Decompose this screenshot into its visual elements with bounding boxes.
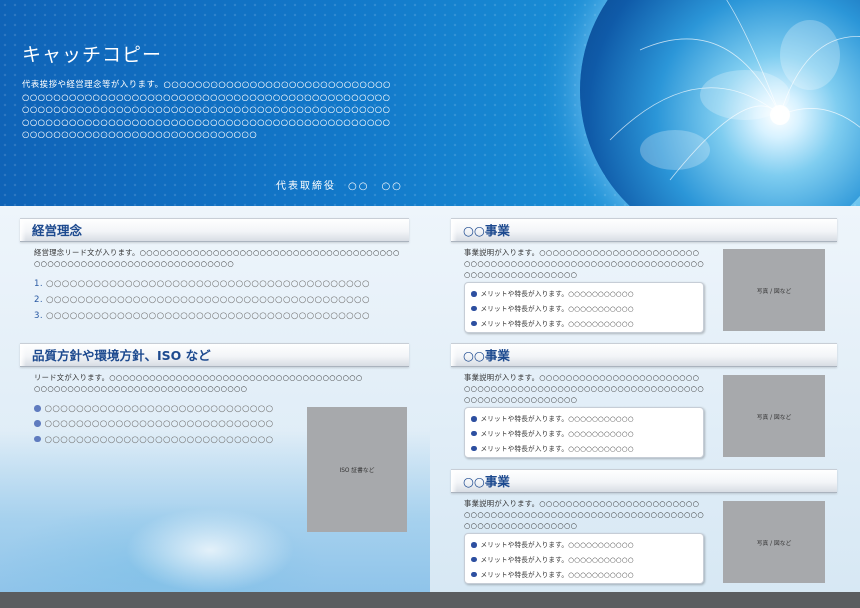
photo-placeholder: 写真 / 図など [723, 249, 825, 331]
list-item: ○○○○○○○○○○○○○○○○○○○○○○○○○○○○○ [34, 402, 274, 417]
merit-item: メリットや特長が入ります。○○○○○○○○○○○ [471, 442, 703, 457]
philosophy-heading: 経営理念 [20, 218, 409, 242]
merit-box: メリットや特長が入ります。○○○○○○○○○○○ メリットや特長が入ります。○○… [464, 407, 704, 458]
policy-list: ○○○○○○○○○○○○○○○○○○○○○○○○○○○○○ ○○○○○○○○○○… [34, 402, 274, 448]
bullet-icon [471, 445, 477, 452]
header-banner: キャッチコピー 代表挨拶や経営理念等が入ります。○○○○○○○○○○○○○○○○… [0, 0, 860, 206]
merit-box: メリットや特長が入ります。○○○○○○○○○○○ メリットや特長が入ります。○○… [464, 282, 704, 333]
footer-bar [0, 592, 860, 608]
bullet-icon [471, 320, 477, 327]
business-lead: 事業説明が入ります。○○○○○○○○○○○○○○○○○○○○○○○○○○○○○○… [464, 248, 705, 279]
ceo-signature: 代表取締役 ○○ ○○ [276, 181, 403, 192]
photo-placeholder: 写真 / 図など [723, 375, 825, 457]
list-item: 3. ○○○○○○○○○○○○○○○○○○○○○○○○○○○○○○○○○○○○○○… [34, 311, 370, 322]
list-item: 1. ○○○○○○○○○○○○○○○○○○○○○○○○○○○○○○○○○○○○○○… [34, 279, 370, 289]
business-heading: ○○事業 [451, 343, 837, 367]
bullet-icon [471, 571, 477, 578]
merit-box: メリットや特長が入ります。○○○○○○○○○○○ メリットや特長が入ります。○○… [464, 533, 704, 584]
business-heading: ○○事業 [451, 469, 837, 493]
list-item: ○○○○○○○○○○○○○○○○○○○○○○○○○○○○○ [34, 433, 274, 448]
merit-item: メリットや特長が入ります。○○○○○○○○○○○ [471, 427, 703, 442]
list-item: ○○○○○○○○○○○○○○○○○○○○○○○○○○○○○ [34, 417, 274, 432]
merit-item: メリットや特長が入ります。○○○○○○○○○○○ [471, 302, 703, 317]
merit-item: メリットや特長が入ります。○○○○○○○○○○○ [471, 538, 703, 553]
merit-item: メリットや特長が入ります。○○○○○○○○○○○ [471, 568, 703, 583]
merit-item: メリットや特長が入ります。○○○○○○○○○○○ [471, 287, 703, 302]
placeholder-label: 写真 / 図など [756, 288, 792, 295]
photo-placeholder: 写真 / 図など [723, 501, 825, 583]
merit-item: メリットや特長が入ります。○○○○○○○○○○○ [471, 317, 703, 332]
iso-certificate-placeholder: ISO 証書など [307, 407, 407, 532]
placeholder-label: 写真 / 図など [756, 414, 792, 421]
placeholder-label: 写真 / 図など [756, 540, 792, 547]
philosophy-list: 1. ○○○○○○○○○○○○○○○○○○○○○○○○○○○○○○○○○○○○○○… [34, 276, 370, 325]
bullet-icon [471, 291, 477, 297]
bullet-icon [34, 405, 41, 412]
list-item: 2. ○○○○○○○○○○○○○○○○○○○○○○○○○○○○○○○○○○○○○○… [34, 295, 370, 306]
merit-item: メリットや特長が入ります。○○○○○○○○○○○ [471, 412, 703, 427]
greeting-text: 代表挨拶や経営理念等が入ります。○○○○○○○○○○○○○○○○○○○○○○○○… [22, 79, 391, 140]
business-heading: ○○事業 [451, 218, 837, 242]
network-lines [609, 0, 860, 181]
philosophy-lead: 経営理念リード文が入ります。○○○○○○○○○○○○○○○○○○○○○○○○○○… [34, 248, 400, 268]
bullet-icon [34, 435, 41, 443]
bullet-icon [471, 416, 477, 422]
bullet-icon [471, 542, 477, 548]
policy-lead: リード文が入ります。○○○○○○○○○○○○○○○○○○○○○○○○○○○○○○… [34, 373, 363, 393]
policy-heading: 品質方針や環境方針、ISO など [20, 343, 409, 367]
bullet-icon [34, 420, 41, 427]
catch-copy: キャッチコピー [22, 44, 163, 66]
placeholder-label: ISO 証書など [339, 468, 375, 474]
bullet-icon [471, 556, 477, 563]
merit-item: メリットや特長が入ります。○○○○○○○○○○○ [471, 553, 703, 568]
bullet-icon [471, 430, 477, 437]
business-lead: 事業説明が入ります。○○○○○○○○○○○○○○○○○○○○○○○○○○○○○○… [464, 373, 705, 404]
bullet-icon [471, 305, 477, 312]
business-lead: 事業説明が入ります。○○○○○○○○○○○○○○○○○○○○○○○○○○○○○○… [464, 499, 705, 530]
